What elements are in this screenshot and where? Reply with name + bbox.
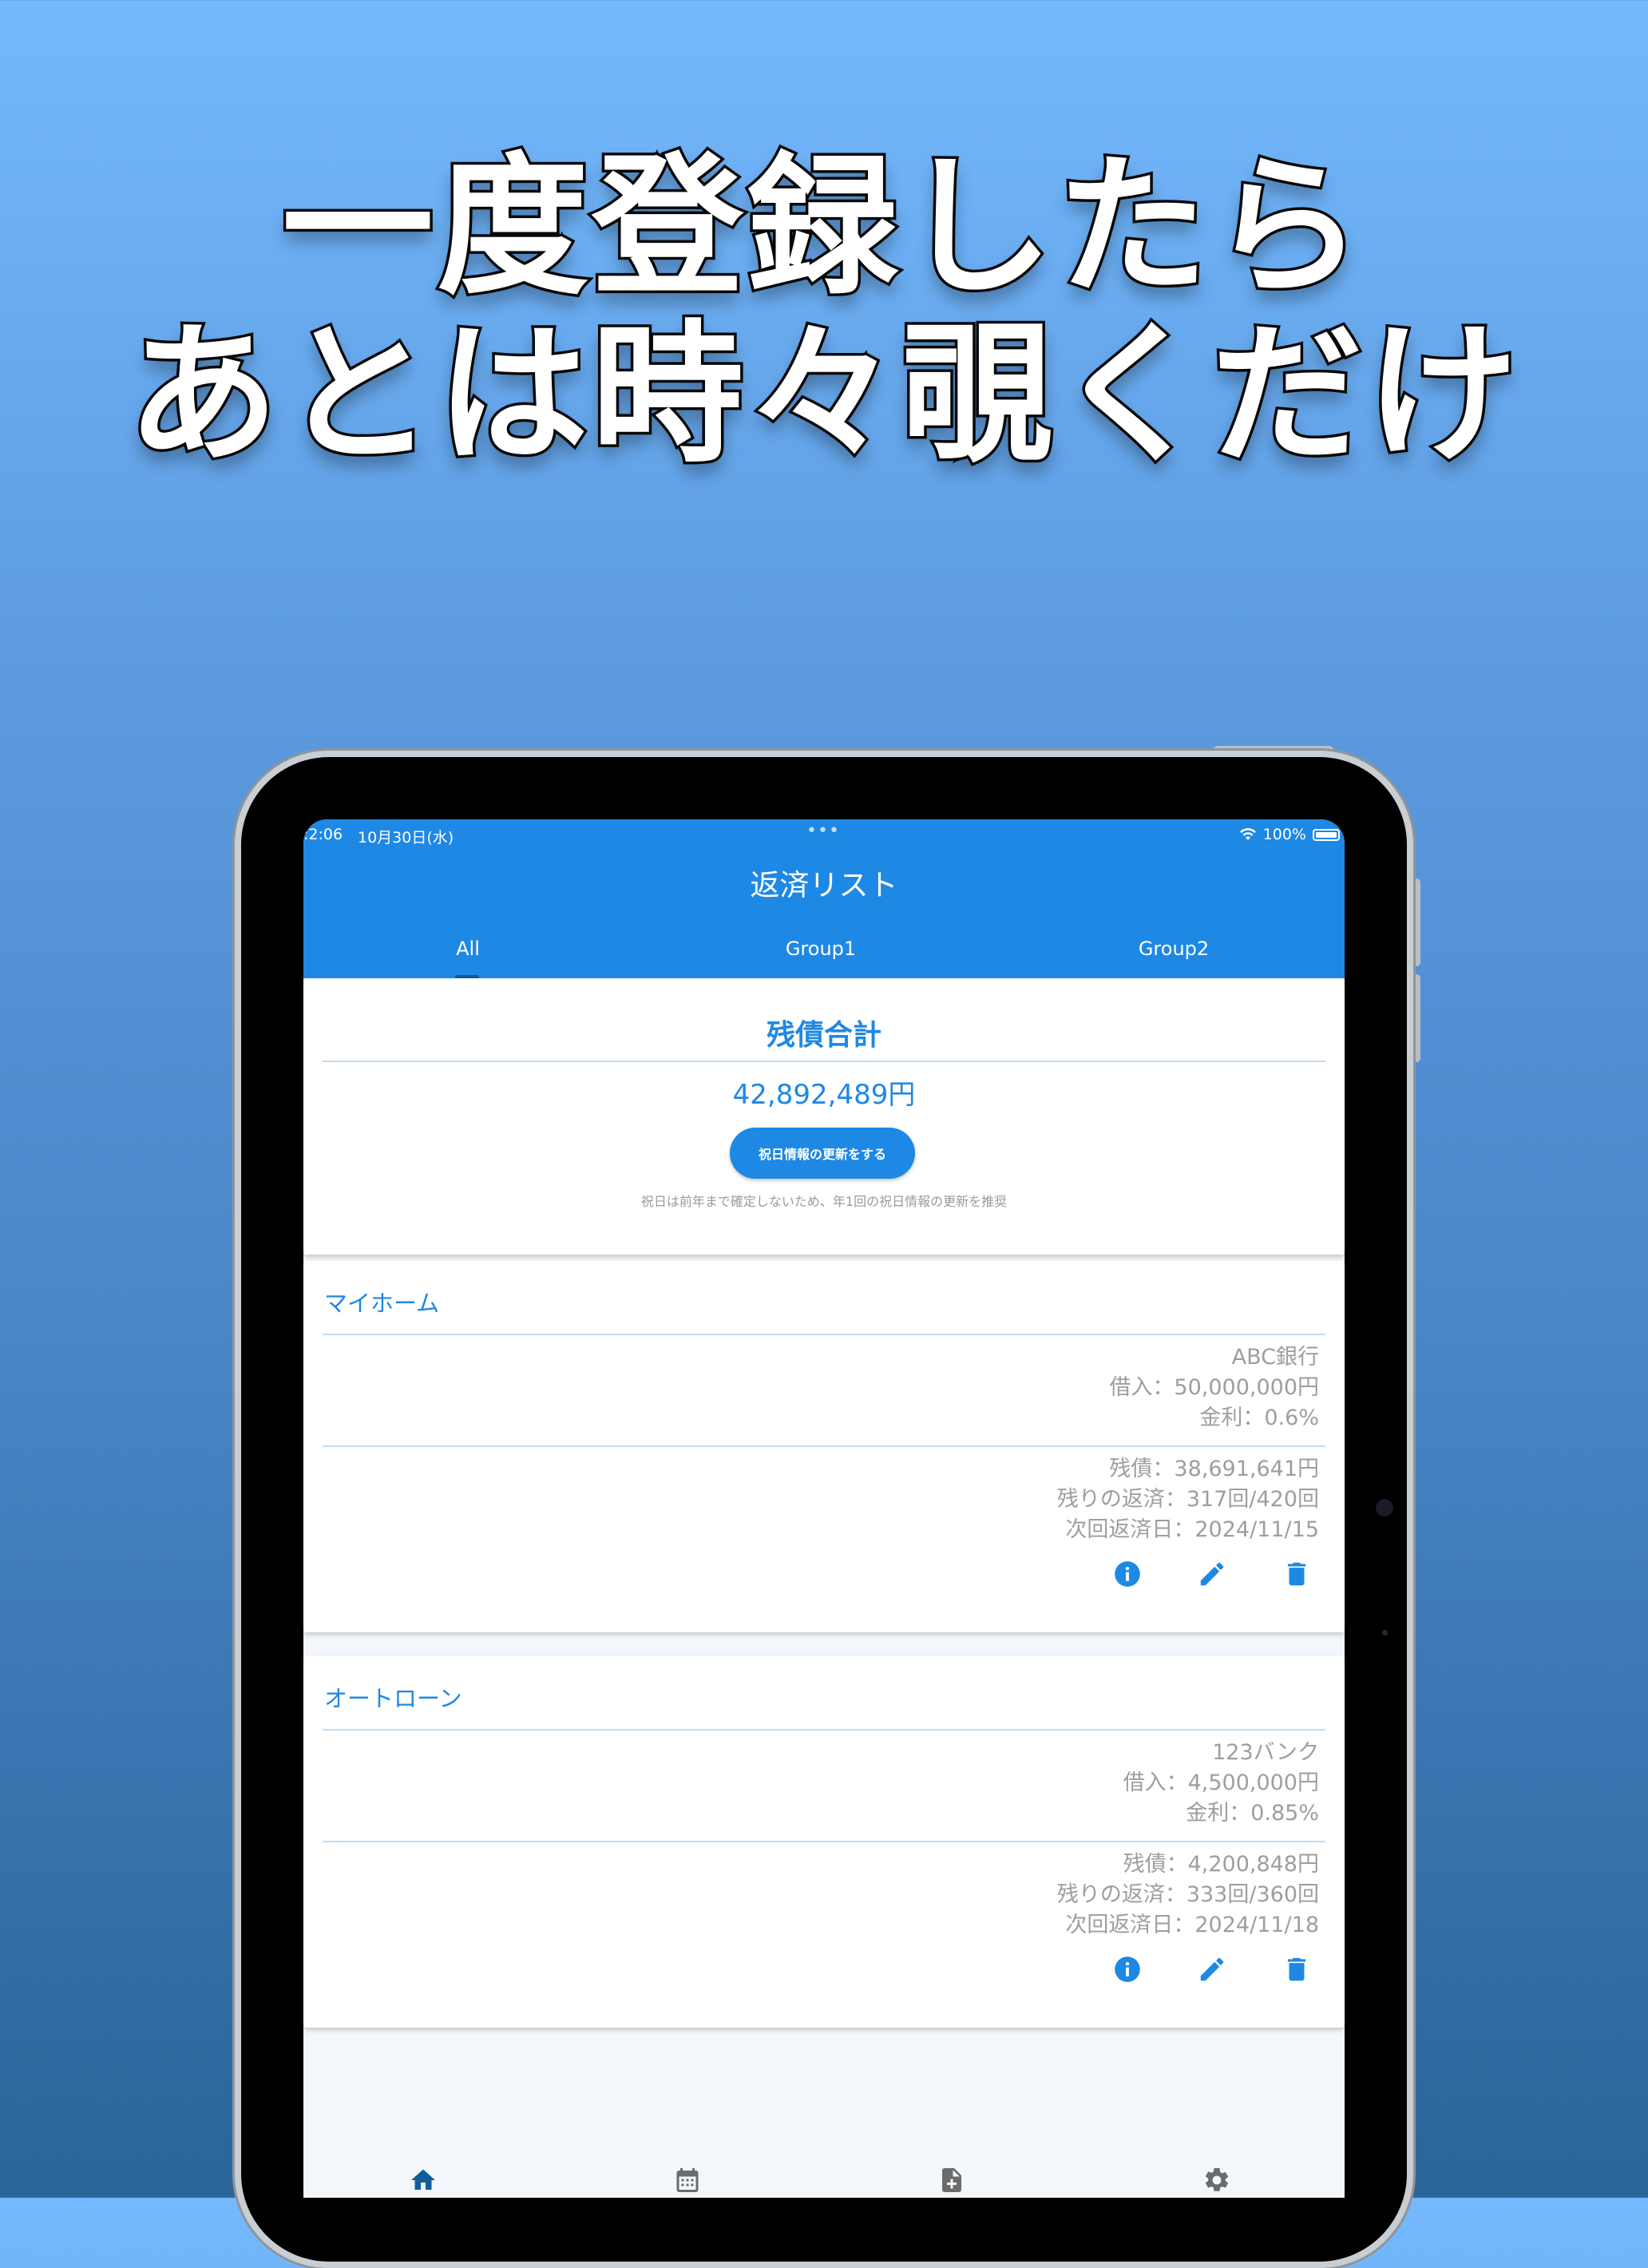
borrowed-amount: 借入：4,500,000円 [1123,1770,1319,1795]
interest-rate: 金利：0.85% [1186,1801,1319,1826]
next-payment-date: 次回返済日：2024/11/18 [1065,1913,1319,1937]
headline-line-2: あとは時々覗くだけ [124,307,1521,483]
battery-percent: 100% [1262,826,1306,843]
edit-icon [1200,1957,1224,1981]
add-file-icon [942,2168,961,2192]
interest-rate: 金利：0.6% [1199,1406,1319,1430]
bank-name: ABC銀行 [1231,1345,1319,1370]
nav-calendar[interactable] [673,2166,702,2195]
tab-bar: All Group1 Group2 [303,931,1345,978]
nav-home[interactable] [409,2166,438,2195]
loan-info: ABC銀行 借入：50,000,000円 金利：0.6% [1109,1342,1319,1433]
loan-status: 残債：38,691,641円 残りの返済：317回/420回 次回返済日：202… [1057,1454,1319,1545]
headline: 一度登録したら あとは時々覗くだけ [0,139,1648,483]
loan-info: 123バンク 借入：4,500,000円 金利：0.85% [1123,1738,1319,1829]
divider [323,1841,1325,1842]
page-title: 返済リスト [750,868,898,902]
status-bar: :2:06 10月30日(水) ••• 100% [303,819,1345,851]
edit-button[interactable] [1196,1558,1228,1590]
nav-add-loan[interactable] [937,2166,966,2195]
info-button[interactable] [1111,1953,1143,1985]
app-screen: :2:06 10月30日(水) ••• 100% 返済リスト All Group… [303,819,1345,2198]
tab-group1[interactable]: Group1 [786,938,856,960]
calendar-icon [676,2168,699,2192]
loan-actions [1111,1953,1313,1985]
sensor [1382,1630,1388,1636]
summary-title: 残債合計 [766,1019,881,1052]
divider [323,1729,1325,1731]
battery-icon [1313,828,1340,841]
delete-button[interactable] [1281,1953,1313,1985]
tab-group2[interactable]: Group2 [1139,938,1209,960]
total-balance: 42,892,489円 [732,1079,916,1111]
delete-button[interactable] [1281,1558,1313,1590]
loan-card[interactable]: オートローン 123バンク 借入：4,500,000円 金利：0.85% 残債：… [303,1656,1345,2028]
edit-button[interactable] [1196,1953,1228,1985]
multitasking-dots[interactable]: ••• [806,821,840,841]
borrowed-amount: 借入：50,000,000円 [1109,1375,1319,1400]
wifi-icon [1239,828,1256,840]
delete-icon [1287,1957,1306,1981]
holiday-note: 祝日は前年まで確定しないため、年1回の祝日情報の更新を推奨 [640,1194,1008,1209]
bottom-navigation [303,2161,1345,2198]
payments-left: 残りの返済：317回/420回 [1056,1487,1319,1512]
camera [1376,1499,1393,1517]
volume-up-button [1413,878,1420,966]
status-indicators: 100% [1239,826,1340,843]
nav-settings[interactable] [1202,2166,1231,2195]
edit-icon [1200,1562,1224,1586]
loan-name: オートローン [324,1685,462,1712]
status-date: 10月30日(水) [358,829,454,847]
status-time: :2:06 [303,826,343,843]
app-bar: :2:06 10月30日(水) ••• 100% 返済リスト All Group… [303,819,1345,978]
tab-all[interactable]: All [456,938,480,960]
remaining-balance: 残債：38,691,641円 [1109,1457,1319,1481]
next-payment-date: 次回返済日：2024/11/15 [1065,1517,1319,1542]
info-icon [1115,1957,1140,1982]
loan-status: 残債：4,200,848円 残りの返済：333回/360回 次回返済日：2024… [1057,1850,1319,1941]
remaining-balance: 残債：4,200,848円 [1123,1852,1319,1877]
info-button[interactable] [1111,1558,1143,1590]
settings-icon [1205,2167,1229,2191]
loan-card[interactable]: マイホーム ABC銀行 借入：50,000,000円 金利：0.6% 残債：38… [303,1261,1345,1632]
payments-left: 残りの返済：333回/360回 [1056,1882,1319,1907]
delete-icon [1287,1562,1306,1586]
update-holidays-button[interactable]: 祝日情報の更新をする [730,1128,915,1179]
divider [323,1445,1325,1447]
bank-name: 123バンク [1212,1740,1319,1765]
info-icon [1115,1561,1140,1587]
volume-down-button [1413,974,1420,1062]
home-icon [411,2169,435,2190]
divider [323,1061,1325,1062]
headline-line-1: 一度登録したら [279,139,1366,315]
divider [323,1334,1325,1335]
loan-actions [1111,1558,1313,1590]
loan-name: マイホーム [324,1290,440,1317]
summary-card: 残債合計 42,892,489円 祝日情報の更新をする 祝日は前年まで確定しない… [303,978,1345,1255]
